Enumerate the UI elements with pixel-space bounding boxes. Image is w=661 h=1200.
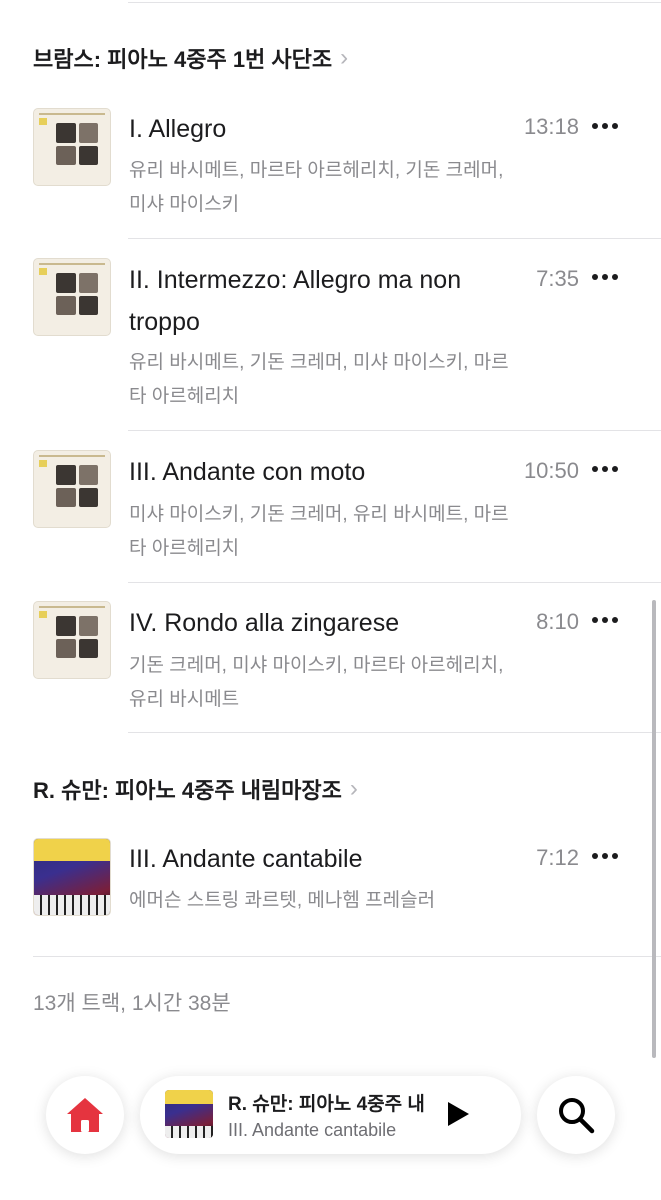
row-divider	[128, 238, 661, 239]
track-artists: 유리 바시메트, 마르타 아르헤리치, 기돈 크레머, 미샤 마이스키	[129, 160, 504, 215]
chevron-right-icon: ›	[349, 775, 358, 802]
track-count-summary: 13개 트랙, 1시간 38분	[33, 992, 231, 1015]
track-title: III. Andante cantabile	[129, 845, 363, 873]
row-divider	[128, 430, 661, 431]
list-footer-divider	[33, 956, 661, 957]
album-art	[33, 450, 111, 528]
track-duration: 7:35	[536, 266, 579, 291]
top-divider	[128, 2, 661, 3]
home-button[interactable]	[46, 1076, 124, 1154]
chevron-right-icon: ›	[340, 44, 349, 71]
row-divider	[128, 582, 661, 583]
album-header-title: 브람스: 피아노 4중주 1번 사단조	[33, 47, 333, 72]
more-icon[interactable]	[592, 853, 618, 859]
now-playing-title: R. 슈만: 피아노 4중주 내	[228, 1094, 425, 1115]
album-art	[33, 838, 111, 916]
track-artists: 유리 바시메트, 기돈 크레머, 미샤 마이스키, 마르타 아르헤리치	[129, 352, 509, 407]
album-art	[33, 601, 111, 679]
search-button[interactable]	[537, 1076, 615, 1154]
album-art	[33, 258, 111, 336]
mini-player[interactable]: R. 슈만: 피아노 4중주 내 III. Andante cantabile	[140, 1076, 521, 1154]
track-title: II. Intermezzo: Allegro ma non troppo	[129, 266, 462, 336]
album-header-title: R. 슈만: 피아노 4중주 내림마장조	[33, 778, 342, 803]
track-title: I. Allegro	[129, 115, 227, 143]
track-artists: 미샤 마이스키, 기돈 크레머, 유리 바시메트, 마르타 아르헤리치	[129, 504, 509, 559]
more-icon[interactable]	[592, 123, 618, 129]
play-icon[interactable]	[445, 1100, 471, 1128]
now-playing-subtitle: III. Andante cantabile	[228, 1120, 397, 1140]
track-duration: 7:12	[536, 845, 579, 870]
home-icon	[67, 1098, 103, 1132]
track-duration: 13:18	[523, 114, 579, 139]
track-duration: 8:10	[536, 609, 579, 634]
scrollbar[interactable]	[652, 600, 656, 1058]
track-duration: 10:50	[523, 458, 579, 483]
more-icon[interactable]	[592, 617, 618, 623]
more-icon[interactable]	[592, 274, 618, 280]
row-divider	[128, 732, 661, 733]
track-artists: 기돈 크레머, 미샤 마이스키, 마르타 아르헤리치, 유리 바시메트	[129, 655, 504, 710]
track-artists: 에머슨 스트링 콰르텟, 메나헴 프레슬러	[129, 890, 436, 911]
album-header-schumann[interactable]: R. 슈만: 피아노 4중주 내림마장조 ›	[33, 773, 358, 805]
track-title: III. Andante con moto	[129, 458, 366, 486]
album-header-brahms[interactable]: 브람스: 피아노 4중주 1번 사단조 ›	[33, 42, 348, 74]
more-icon[interactable]	[592, 466, 618, 472]
now-playing-art	[165, 1090, 213, 1138]
track-title: IV. Rondo alla zingarese	[129, 609, 400, 637]
search-icon	[559, 1098, 595, 1134]
album-art	[33, 108, 111, 186]
